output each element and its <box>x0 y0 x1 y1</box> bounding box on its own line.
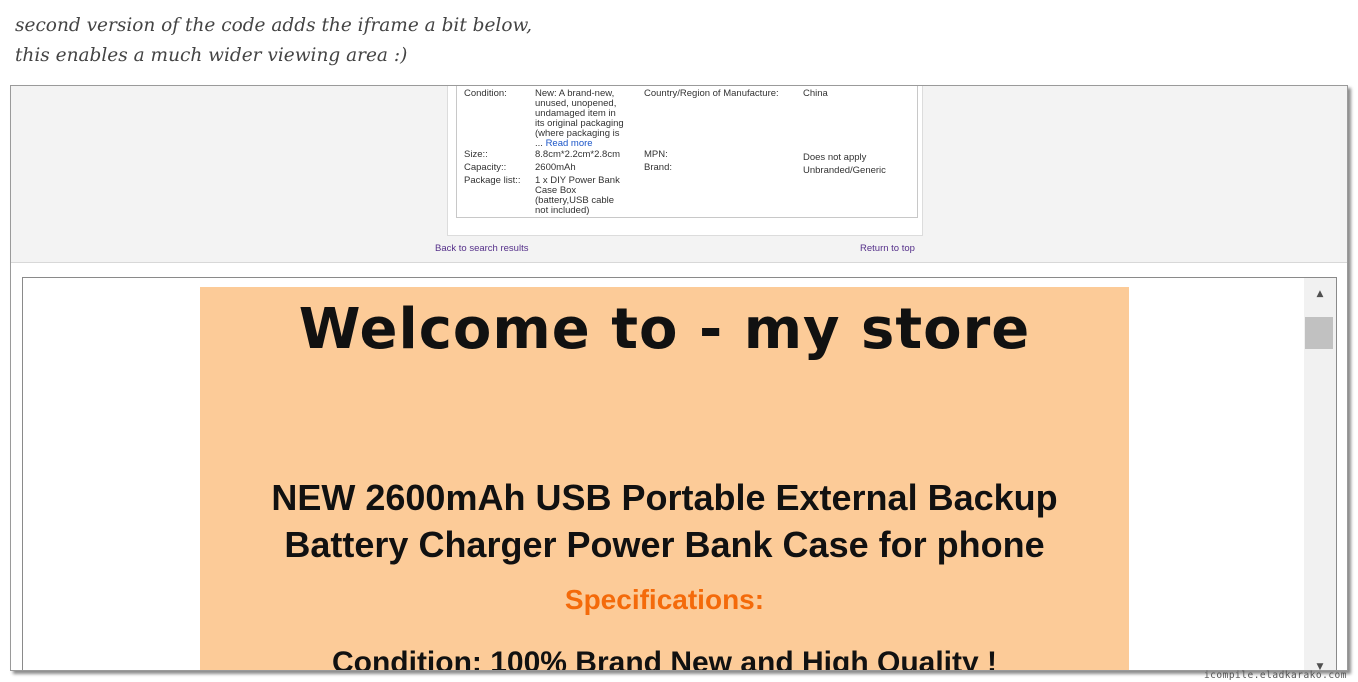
ebay-page-frame: Condition: New: A brand-new, unused, uno… <box>10 85 1348 671</box>
package-value: 1 x DIY Power Bank Case Box (battery,USB… <box>535 175 620 216</box>
caption: second version of the code adds the ifra… <box>15 11 532 71</box>
size-value: 8.8cm*2.2cm*2.8cm <box>535 149 621 160</box>
condition-heading: Condition: 100% Brand New and High Quali… <box>331 646 998 671</box>
capacity-label: Capacity:: <box>464 162 507 173</box>
scrollbar-thumb[interactable] <box>1305 317 1333 349</box>
store-banner: Welcome to - my store NEW 2600mAh USB Po… <box>200 287 1129 671</box>
item-specifics-table: Condition: New: A brand-new, unused, uno… <box>456 86 918 218</box>
item-specifics-panel: Condition: New: A brand-new, unused, uno… <box>447 86 923 236</box>
size-label: Size:: <box>464 149 488 160</box>
scroll-up-arrow-icon[interactable]: ▲ <box>1304 278 1336 311</box>
return-to-top-link[interactable]: Return to top <box>860 243 915 254</box>
country-label: Country/Region of Manufacture: <box>644 88 779 99</box>
condition-value: New: A brand-new, unused, unopened, unda… <box>535 88 624 149</box>
condition-label: Condition: <box>464 88 507 99</box>
condition-ellipsis: ... <box>535 138 543 149</box>
read-more-link[interactable]: Read more <box>546 138 593 149</box>
mpn-label: MPN: <box>644 149 668 160</box>
caption-line-2: this enables a much wider viewing area :… <box>15 45 408 66</box>
iframe-scrollbar[interactable]: ▲ ▼ <box>1304 278 1336 670</box>
brand-label: Brand: <box>644 162 672 173</box>
capacity-value: 2600mAh <box>535 162 576 173</box>
scroll-down-arrow-icon[interactable]: ▼ <box>1304 656 1336 670</box>
description-iframe[interactable]: Welcome to - my store NEW 2600mAh USB Po… <box>22 277 1337 671</box>
back-to-search-link[interactable]: Back to search results <box>435 243 528 254</box>
caption-line-1: second version of the code adds the ifra… <box>15 15 533 36</box>
site-watermark: icompile.eladkarako.com <box>1203 670 1347 681</box>
mpn-value: Does not apply <box>803 152 867 163</box>
item-specifics-area: Condition: New: A brand-new, unused, uno… <box>11 86 1347 263</box>
country-value: China <box>803 88 828 99</box>
welcome-heading: Welcome to - my store <box>298 297 1031 362</box>
brand-value: Unbranded/Generic <box>803 165 886 176</box>
product-title: NEW 2600mAh USB Portable External Backup… <box>271 477 1058 565</box>
package-label: Package list:: <box>464 175 521 186</box>
specifications-heading: Specifications: <box>564 584 765 615</box>
